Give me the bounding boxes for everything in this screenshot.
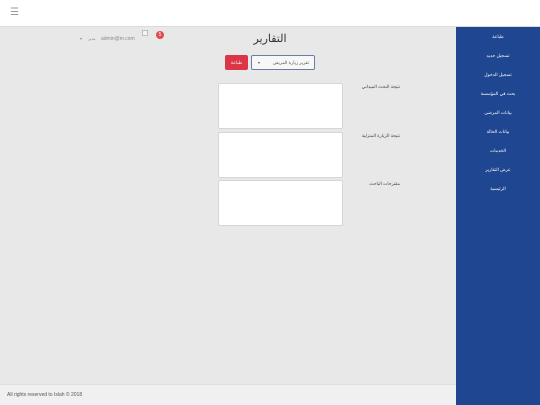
user-email: admin@m.com — [101, 36, 135, 42]
sidebar-item-patients[interactable]: بيانات المرضى — [456, 103, 540, 122]
sidebar-item-print[interactable]: طباعة — [456, 27, 540, 46]
sidebar-item-services[interactable]: الخدمات — [456, 141, 540, 160]
top-navbar: ☰ — [0, 0, 540, 27]
sidebar-item-case-data[interactable]: بيانات الحالة — [456, 122, 540, 141]
field-label-home-visit: نتيجة الزيارة المنزلية — [361, 133, 400, 138]
field-research-textarea[interactable] — [218, 83, 343, 129]
sidebar-item-reports[interactable]: عرض التقارير — [456, 160, 540, 179]
hamburger-icon[interactable]: ☰ — [10, 6, 19, 20]
user-role: مدير — [88, 36, 96, 41]
print-button[interactable]: طباعة — [225, 55, 248, 70]
sidebar-item-search-institution[interactable]: بحث في المؤسسة — [456, 84, 540, 103]
field-label-researcher-suggestions: مقترحات الباحث — [369, 181, 400, 186]
footer-copyright: All rights reserved to Islah © 2018 — [7, 392, 83, 398]
footer: All rights reserved to Islah © 2018 — [0, 384, 456, 405]
notification-badge[interactable]: 5 — [156, 31, 164, 39]
main-content: ▾ مدير admin@m.com 5 التقارير طباعة تقري… — [0, 27, 456, 384]
sidebar-item-home[interactable]: الرئيسية — [456, 179, 540, 198]
avatar[interactable] — [142, 30, 148, 36]
researcher-suggestions-textarea[interactable] — [218, 180, 343, 226]
home-visit-textarea[interactable] — [218, 132, 343, 178]
page-title: التقارير — [253, 33, 287, 45]
sidebar-item-register[interactable]: تسجيل جديد — [456, 46, 540, 65]
chevron-down-icon: ▾ — [80, 36, 83, 41]
chevron-down-icon: ▾ — [258, 60, 261, 65]
report-select-value: تقرير زيارة المريض — [272, 60, 309, 65]
user-menu[interactable]: ▾ مدير admin@m.com 5 — [80, 30, 170, 45]
report-type-select[interactable]: تقرير زيارة المريض ▾ — [251, 55, 315, 70]
sidebar-item-login[interactable]: تسجيل الدخول — [456, 65, 540, 84]
field-label-field-research: نتيجة البحث الميداني — [361, 84, 400, 89]
sidebar: طباعة تسجيل جديد تسجيل الدخول بحث في الم… — [456, 27, 540, 405]
